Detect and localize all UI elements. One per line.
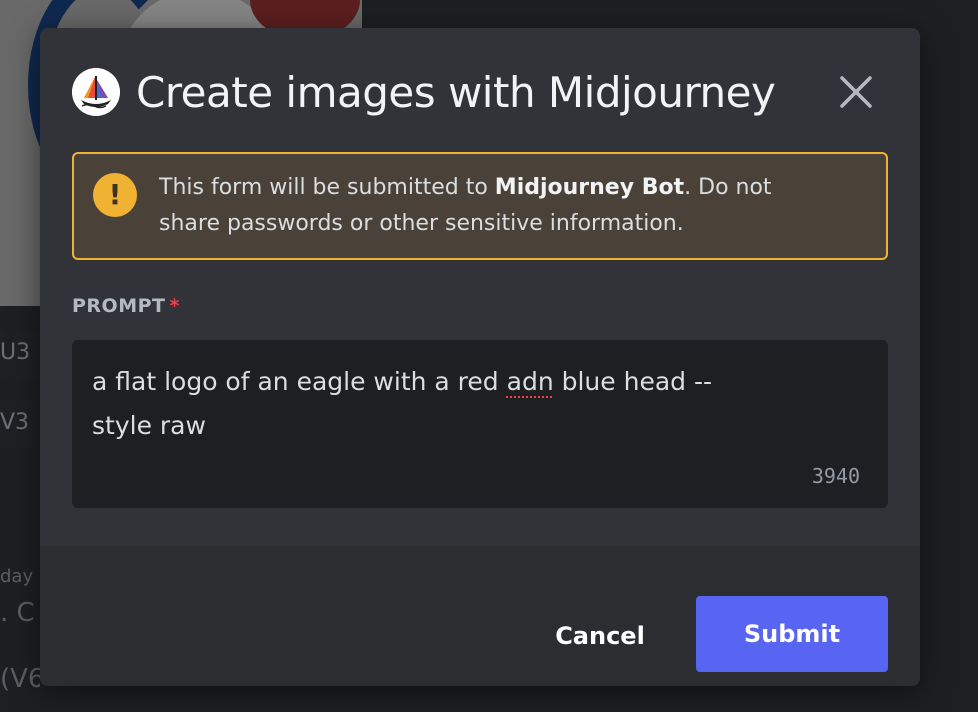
background-variation-button: V3 [0,400,40,448]
remaining-character-count: 3940 [811,464,860,488]
background-upscale-button: U3 [0,330,40,378]
background-timestamp: day [0,566,34,587]
prompt-field-label: PROMPT * [72,295,180,317]
exclamation-icon: ! [93,173,137,217]
security-warning-banner: ! This form will be submitted to Midjour… [72,152,888,260]
background-version-snippet: (V6) [0,664,40,694]
modal-footer: Cancel Submit [40,546,920,686]
submit-button[interactable]: Submit [696,596,888,672]
modal-header: Create images with Midjourney [72,66,888,120]
background-message-snippet: . C [0,598,35,628]
midjourney-logo-icon [72,68,120,116]
close-icon[interactable] [836,72,876,112]
cancel-button[interactable]: Cancel [532,598,668,674]
prompt-input[interactable]: a flat logo of an eagle with a red adn b… [72,340,888,508]
create-images-modal: Create images with Midjourney ! This for… [40,28,920,686]
misspelled-word[interactable]: adn [507,367,554,396]
modal-title: Create images with Midjourney [136,68,776,117]
warning-message: This form will be submitted to Midjourne… [159,175,772,236]
required-asterisk: * [169,295,180,317]
prompt-input-value[interactable]: a flat logo of an eagle with a red adn b… [92,360,772,448]
warning-bot-name: Midjourney Bot [494,175,685,200]
